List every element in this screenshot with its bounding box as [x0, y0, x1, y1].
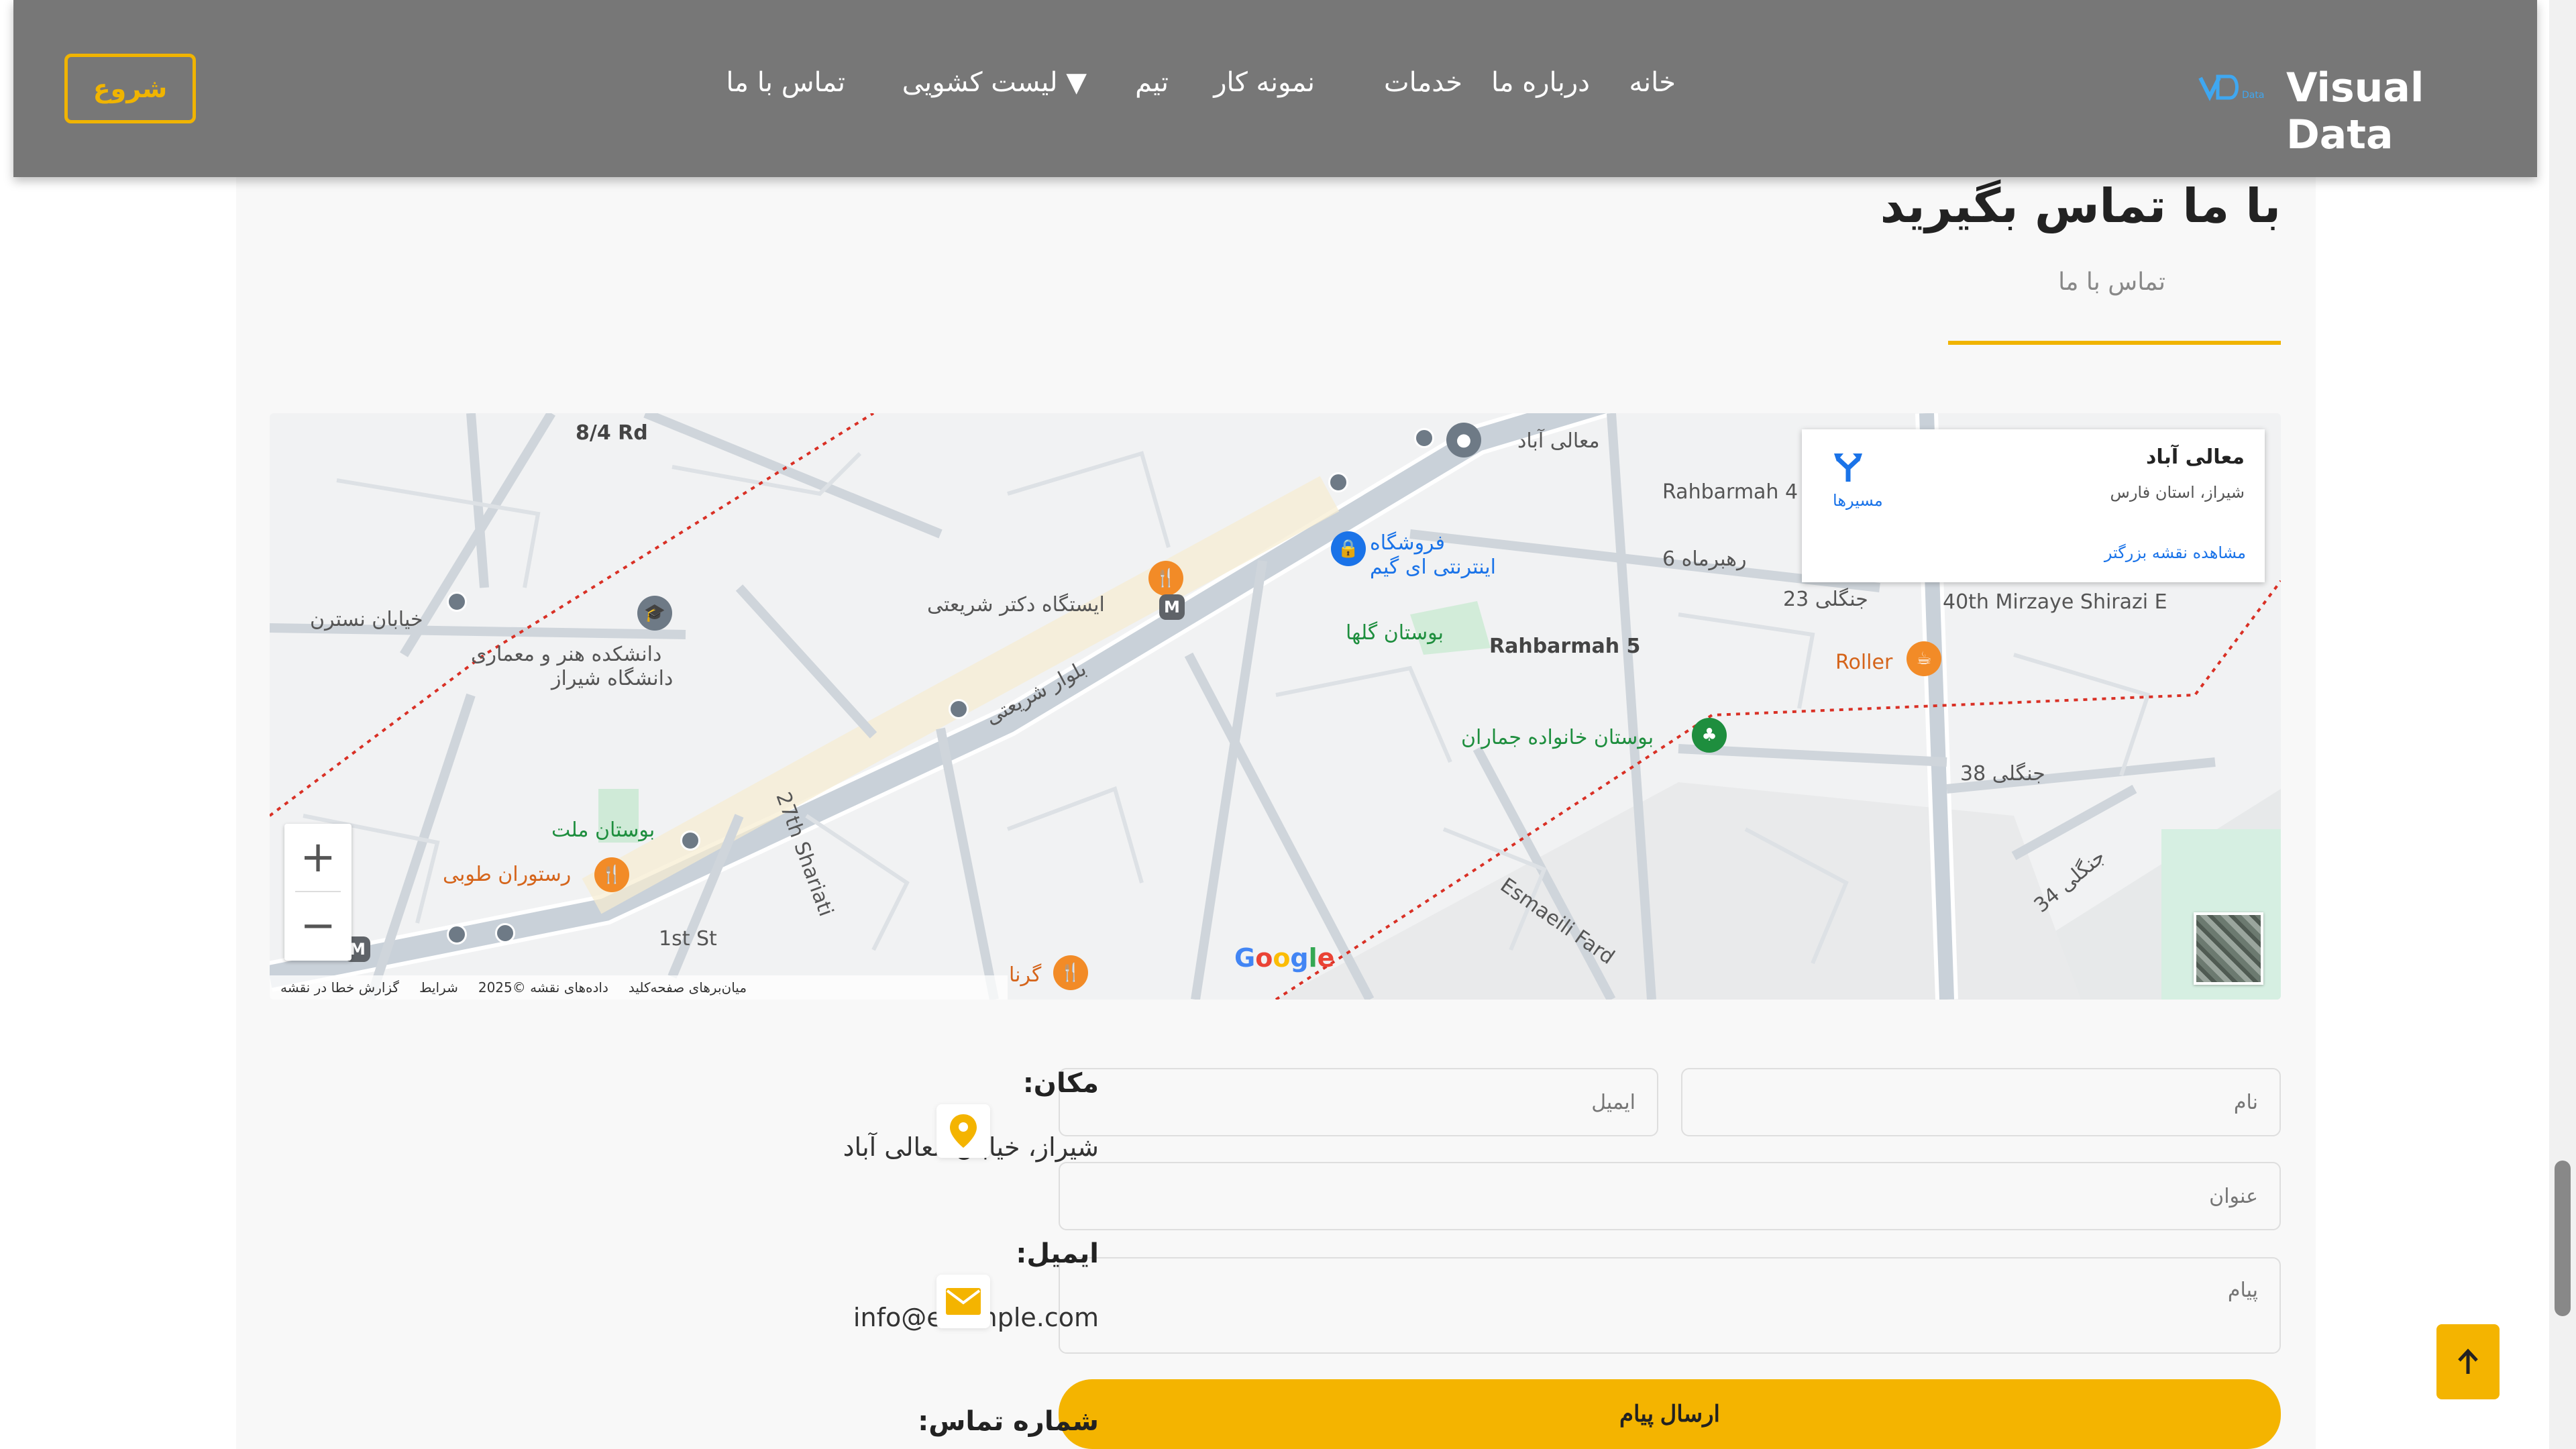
title-underline [1948, 341, 2281, 345]
google-map[interactable]: 8/4 Rd معالی آباد Rahbarmah 4 رهبرماه 6 … [270, 413, 2281, 1000]
map-label-store-line2[interactable]: اینترنتی ای گیم [1370, 555, 1496, 579]
map-label-8-4-rd: 8/4 Rd [576, 421, 648, 445]
envelope-icon [936, 1275, 990, 1328]
map-label-1st-st: 1st St [659, 927, 717, 951]
nav-contact[interactable]: تماس با ما [726, 67, 845, 98]
map-label-rahbarmah-4: Rahbarmah 4 [1662, 480, 1799, 504]
larger-map-link[interactable]: مشاهده نقشه بزرگتر [2104, 543, 2246, 562]
page-title: با ما تماس بگیرید [1880, 178, 2281, 233]
map-label-tooba-restaurant[interactable]: رستوران طوبی [443, 863, 571, 886]
nav-about[interactable]: درباره ما [1491, 67, 1590, 98]
zoom-out-button[interactable]: − [284, 892, 352, 959]
svg-text:Data: Data [2242, 90, 2264, 101]
map-label-rahbarmah-6: رهبرماه 6 [1662, 547, 1747, 571]
place-pin-icon[interactable]: ● [1446, 423, 1481, 458]
main-nav: خانه درباره ما خدمات نمونه کار تیم لیست … [13, 67, 2537, 114]
phone-label: شماره تماس: [918, 1406, 1099, 1437]
metro-station-icon[interactable]: M [1159, 594, 1185, 620]
map-footer: گزارش خطا در نقشه شرایط داده‌های نقشه ©2… [270, 975, 1008, 1000]
zoom-in-button[interactable]: + [284, 824, 352, 891]
map-label-store-line1[interactable]: فروشگاه [1370, 531, 1445, 555]
bus-stop-icon[interactable] [1328, 472, 1348, 492]
map-label-rahbarmah-5: Rahbarmah 5 [1489, 635, 1641, 658]
email-input[interactable] [1059, 1068, 1658, 1136]
logo-text[interactable]: Visual Data [2286, 64, 2537, 158]
map-label-gerna[interactable]: گرنا [1009, 963, 1041, 987]
map-label-maali-abad: معالی آباد [1517, 429, 1600, 453]
visual-data-logo-icon[interactable]: Data [2198, 72, 2270, 102]
email-label: ایمیل: [1016, 1238, 1099, 1269]
cafe-pin-icon[interactable]: ☕ [1907, 641, 1941, 676]
report-map-error-link[interactable]: گزارش خطا در نقشه [280, 979, 399, 996]
location-label: مکان: [1022, 1068, 1099, 1099]
restaurant-pin-icon[interactable]: 🍴 [1148, 561, 1183, 596]
park-pin-icon[interactable]: ♣ [1692, 718, 1727, 753]
map-label-art-faculty-2[interactable]: دانشگاه شیراز [551, 667, 673, 690]
arrow-up-icon [2458, 1348, 2478, 1374]
nav-dropdown-list[interactable]: لیست کشویی ▼ [902, 67, 1087, 98]
subject-input[interactable] [1059, 1162, 2281, 1230]
bus-stop-icon[interactable] [447, 924, 467, 945]
bus-stop-icon[interactable] [1414, 428, 1434, 448]
map-label-golha-park[interactable]: بوستان گلها [1346, 621, 1444, 645]
location-pin-icon [936, 1104, 990, 1158]
map-data-copyright: داده‌های نقشه ©2025 [478, 979, 608, 996]
nav-portfolio[interactable]: نمونه کار [1214, 67, 1315, 98]
map-label-jangali-38: جنگلی 38 [1960, 762, 2045, 786]
page-scrollbar-thumb[interactable] [2555, 1161, 2571, 1316]
map-label-art-faculty-1[interactable]: دانشکده هنر و معماری [471, 643, 661, 666]
nav-services[interactable]: خدمات [1384, 67, 1462, 98]
shopping-pin-icon[interactable]: 🔒 [1331, 531, 1366, 566]
school-pin-icon[interactable]: 🎓 [637, 596, 672, 631]
page-subtitle: تماس با ما [2058, 268, 2165, 296]
map-label-mellat-park[interactable]: بوستان ملت [551, 818, 655, 842]
map-label-mirzaye-40: 40th Mirzaye Shirazi E [1943, 590, 2167, 614]
directions-icon[interactable] [1831, 449, 1865, 483]
nav-team[interactable]: تیم [1135, 67, 1169, 98]
map-label-roller[interactable]: Roller [1835, 651, 1892, 674]
bus-stop-icon[interactable] [949, 699, 969, 719]
map-infocard: معالی آباد شیراز، استان فارس مسیرها مشاه… [1802, 429, 2265, 582]
send-message-button[interactable]: ارسال پیام [1059, 1379, 2281, 1449]
map-label-jangali-23: 23 جنگلی [1783, 588, 1868, 611]
satellite-toggle-button[interactable] [2194, 912, 2263, 985]
bus-stop-icon[interactable] [680, 830, 700, 851]
bus-stop-icon[interactable] [495, 923, 515, 943]
restaurant-pin-icon[interactable]: 🍴 [594, 857, 629, 892]
terms-link[interactable]: شرایط [419, 979, 458, 996]
bus-stop-icon[interactable] [447, 592, 467, 612]
restaurant-pin-icon[interactable]: 🍴 [1053, 955, 1088, 990]
google-logo: Google [1234, 943, 1335, 973]
directions-link[interactable]: مسیرها [1833, 491, 1883, 510]
name-input[interactable] [1681, 1068, 2281, 1136]
nav-home[interactable]: خانه [1629, 67, 1676, 98]
message-textarea[interactable] [1059, 1257, 2281, 1354]
map-zoom-control: + − [284, 824, 352, 961]
map-label-nastaran: خیابان نسترن [310, 608, 423, 631]
keyboard-shortcuts-link[interactable]: میان‌برهای صفحه‌کلید [629, 979, 747, 996]
scroll-to-top-button[interactable] [2436, 1324, 2500, 1399]
infocard-title: معالی آباد [2145, 445, 2245, 469]
infocard-address: شیراز، استان فارس [2110, 483, 2245, 502]
site-header: شروع خانه درباره ما خدمات نمونه کار تیم … [13, 0, 2537, 177]
map-label-dr-shariati-station[interactable]: ایستگاه دکتر شریعتی [927, 593, 1105, 616]
map-label-jamaran-park[interactable]: بوستان خانواده جماران [1461, 726, 1654, 749]
